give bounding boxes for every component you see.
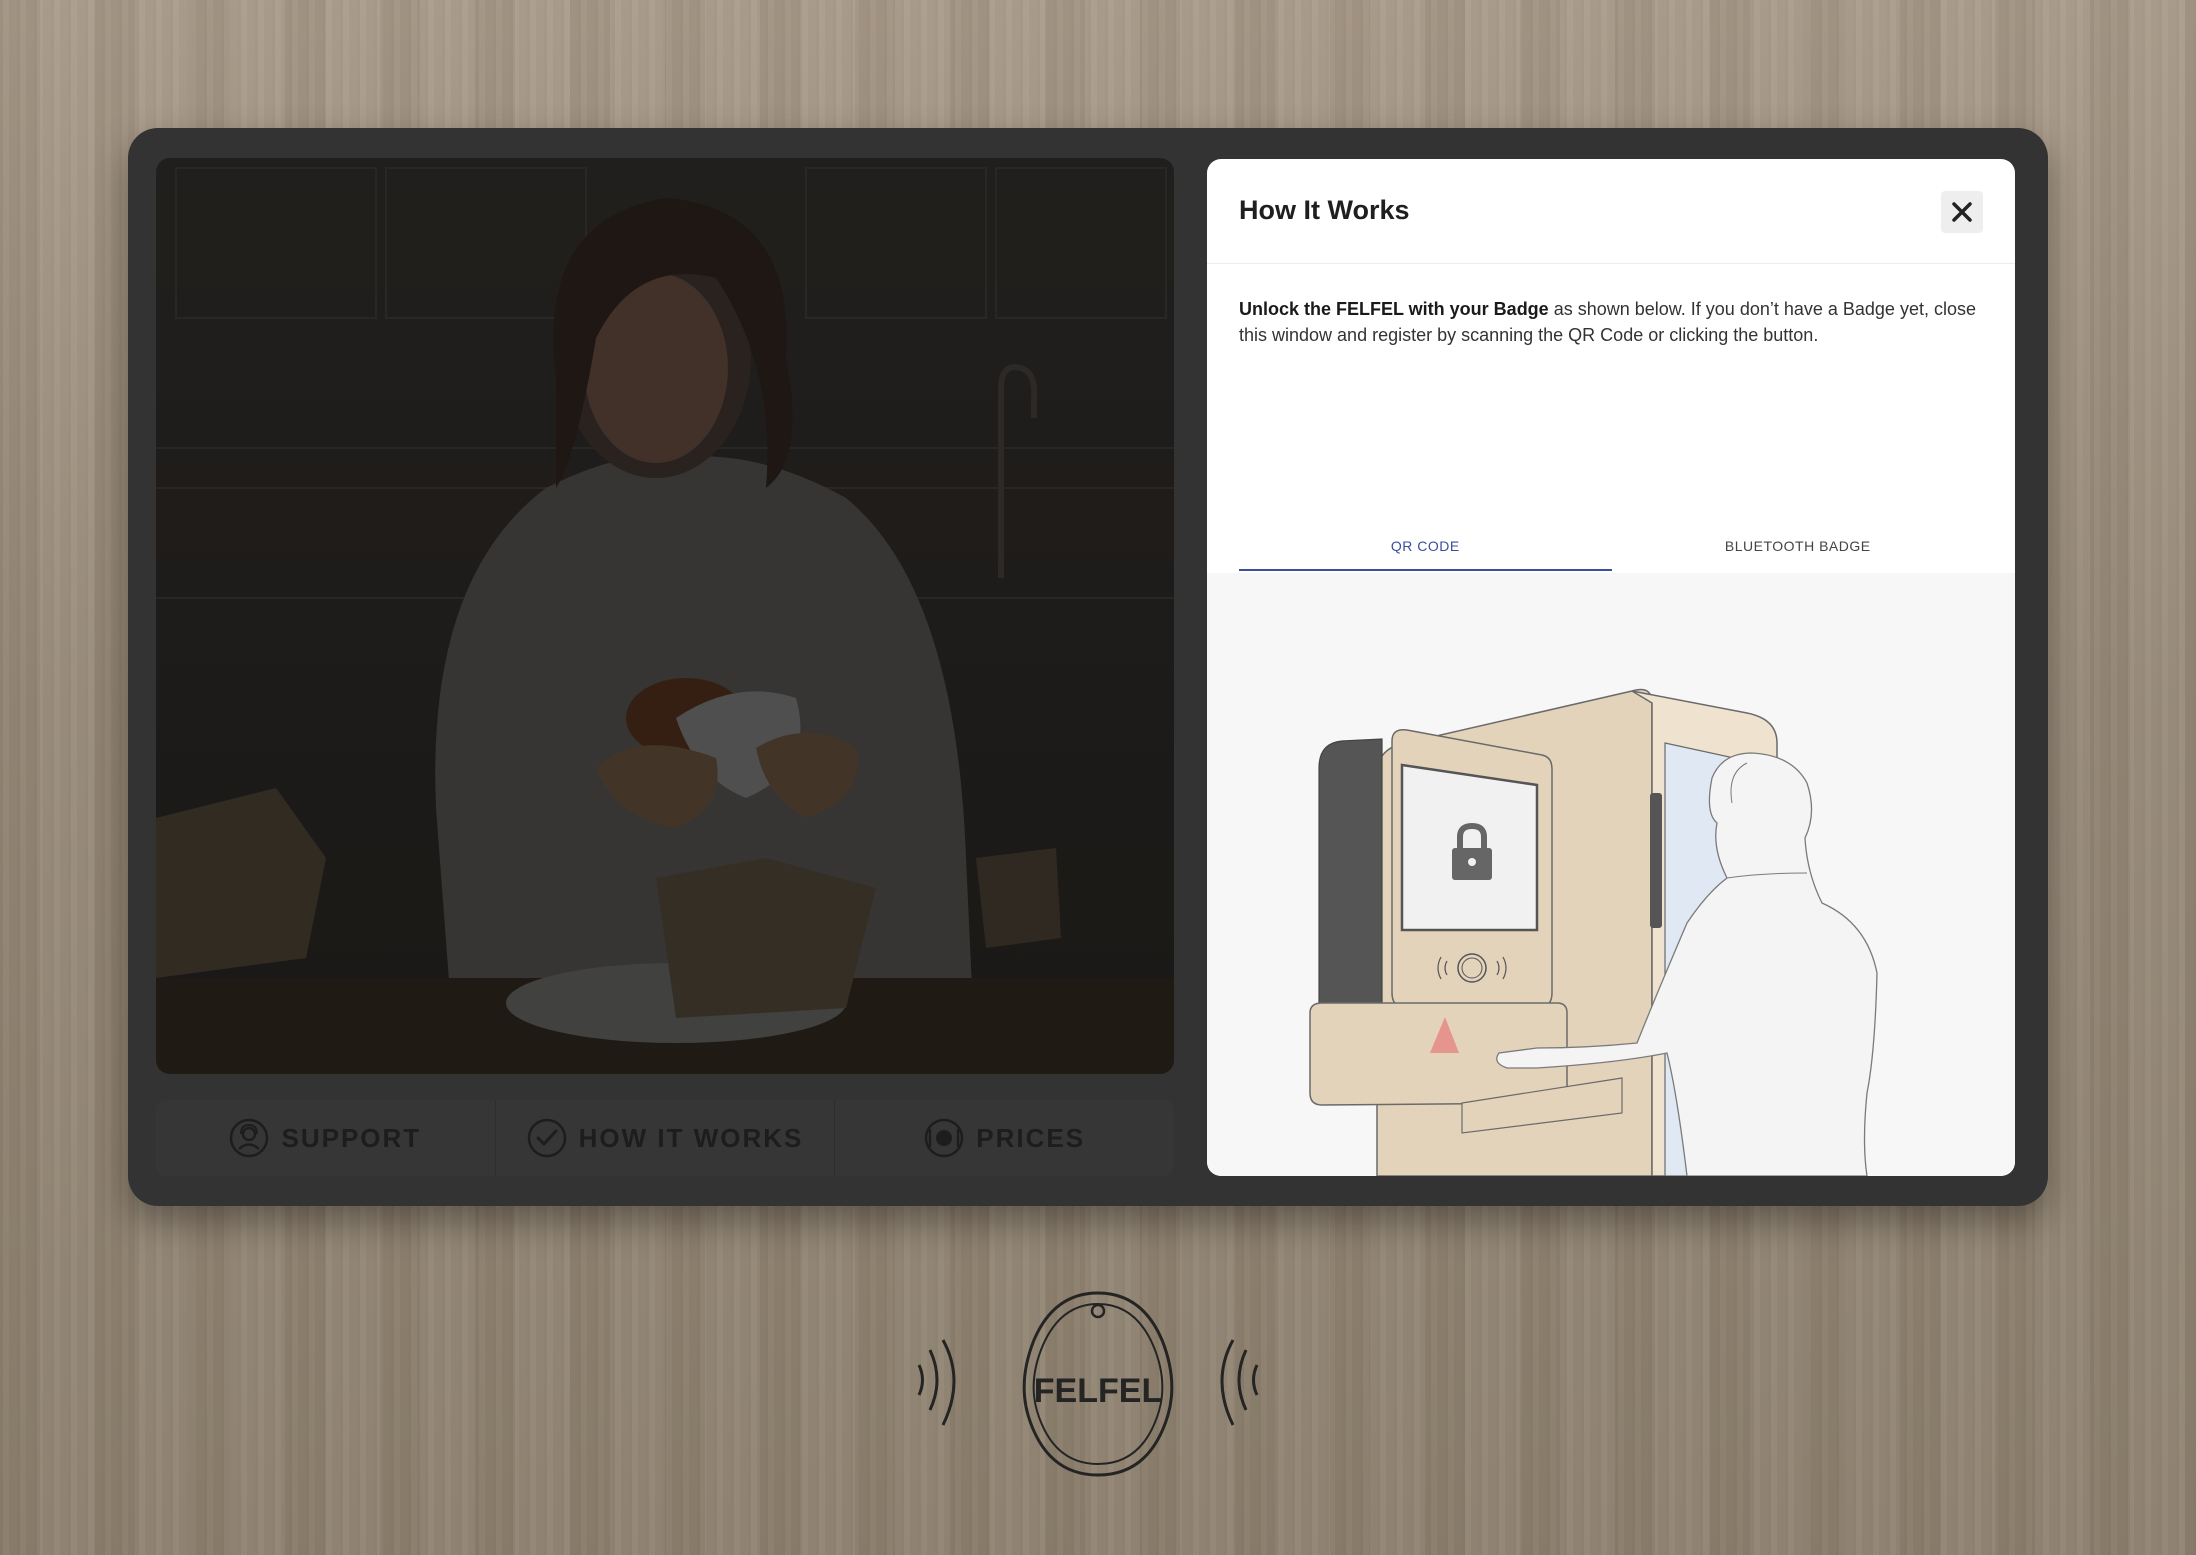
modal-header: How It Works [1207, 159, 2015, 264]
how-it-works-label: HOW IT WORKS [578, 1122, 804, 1153]
badge-brand-text: FELFEL [1034, 1372, 1162, 1410]
check-circle-icon [527, 1118, 566, 1158]
support-agent-icon [230, 1118, 269, 1158]
intro-text: Unlock the FELFEL with your Badge as sho… [1239, 296, 1979, 348]
background-photo [156, 158, 1174, 1074]
how-it-works-button[interactable]: HOW IT WORKS [496, 1100, 836, 1176]
plate-cutlery-icon [925, 1118, 964, 1158]
bottom-navigation: SUPPORT HOW IT WORKS PRICES [156, 1100, 1174, 1176]
fridge-illustration [1207, 573, 2015, 1176]
close-icon [1952, 202, 1972, 222]
prices-button[interactable]: PRICES [835, 1100, 1174, 1176]
support-button[interactable]: SUPPORT [156, 1100, 496, 1176]
tab-qr-code[interactable]: QR CODE [1239, 523, 1612, 571]
support-label: SUPPORT [281, 1122, 422, 1153]
modal-tabs: QR CODE BLUETOOTH BADGE [1239, 523, 1984, 571]
prices-label: PRICES [976, 1122, 1086, 1153]
tab-bluetooth-badge[interactable]: BLUETOOTH BADGE [1612, 523, 1985, 571]
close-button[interactable] [1941, 191, 1983, 233]
how-it-works-modal: How It Works Unlock the FELFEL with your… [1207, 159, 2015, 1176]
modal-title: How It Works [1239, 195, 1410, 225]
felfel-badge-graphic: FELFEL [910, 1280, 1290, 1480]
intro-bold: Unlock the FELFEL with your Badge [1239, 299, 1549, 319]
